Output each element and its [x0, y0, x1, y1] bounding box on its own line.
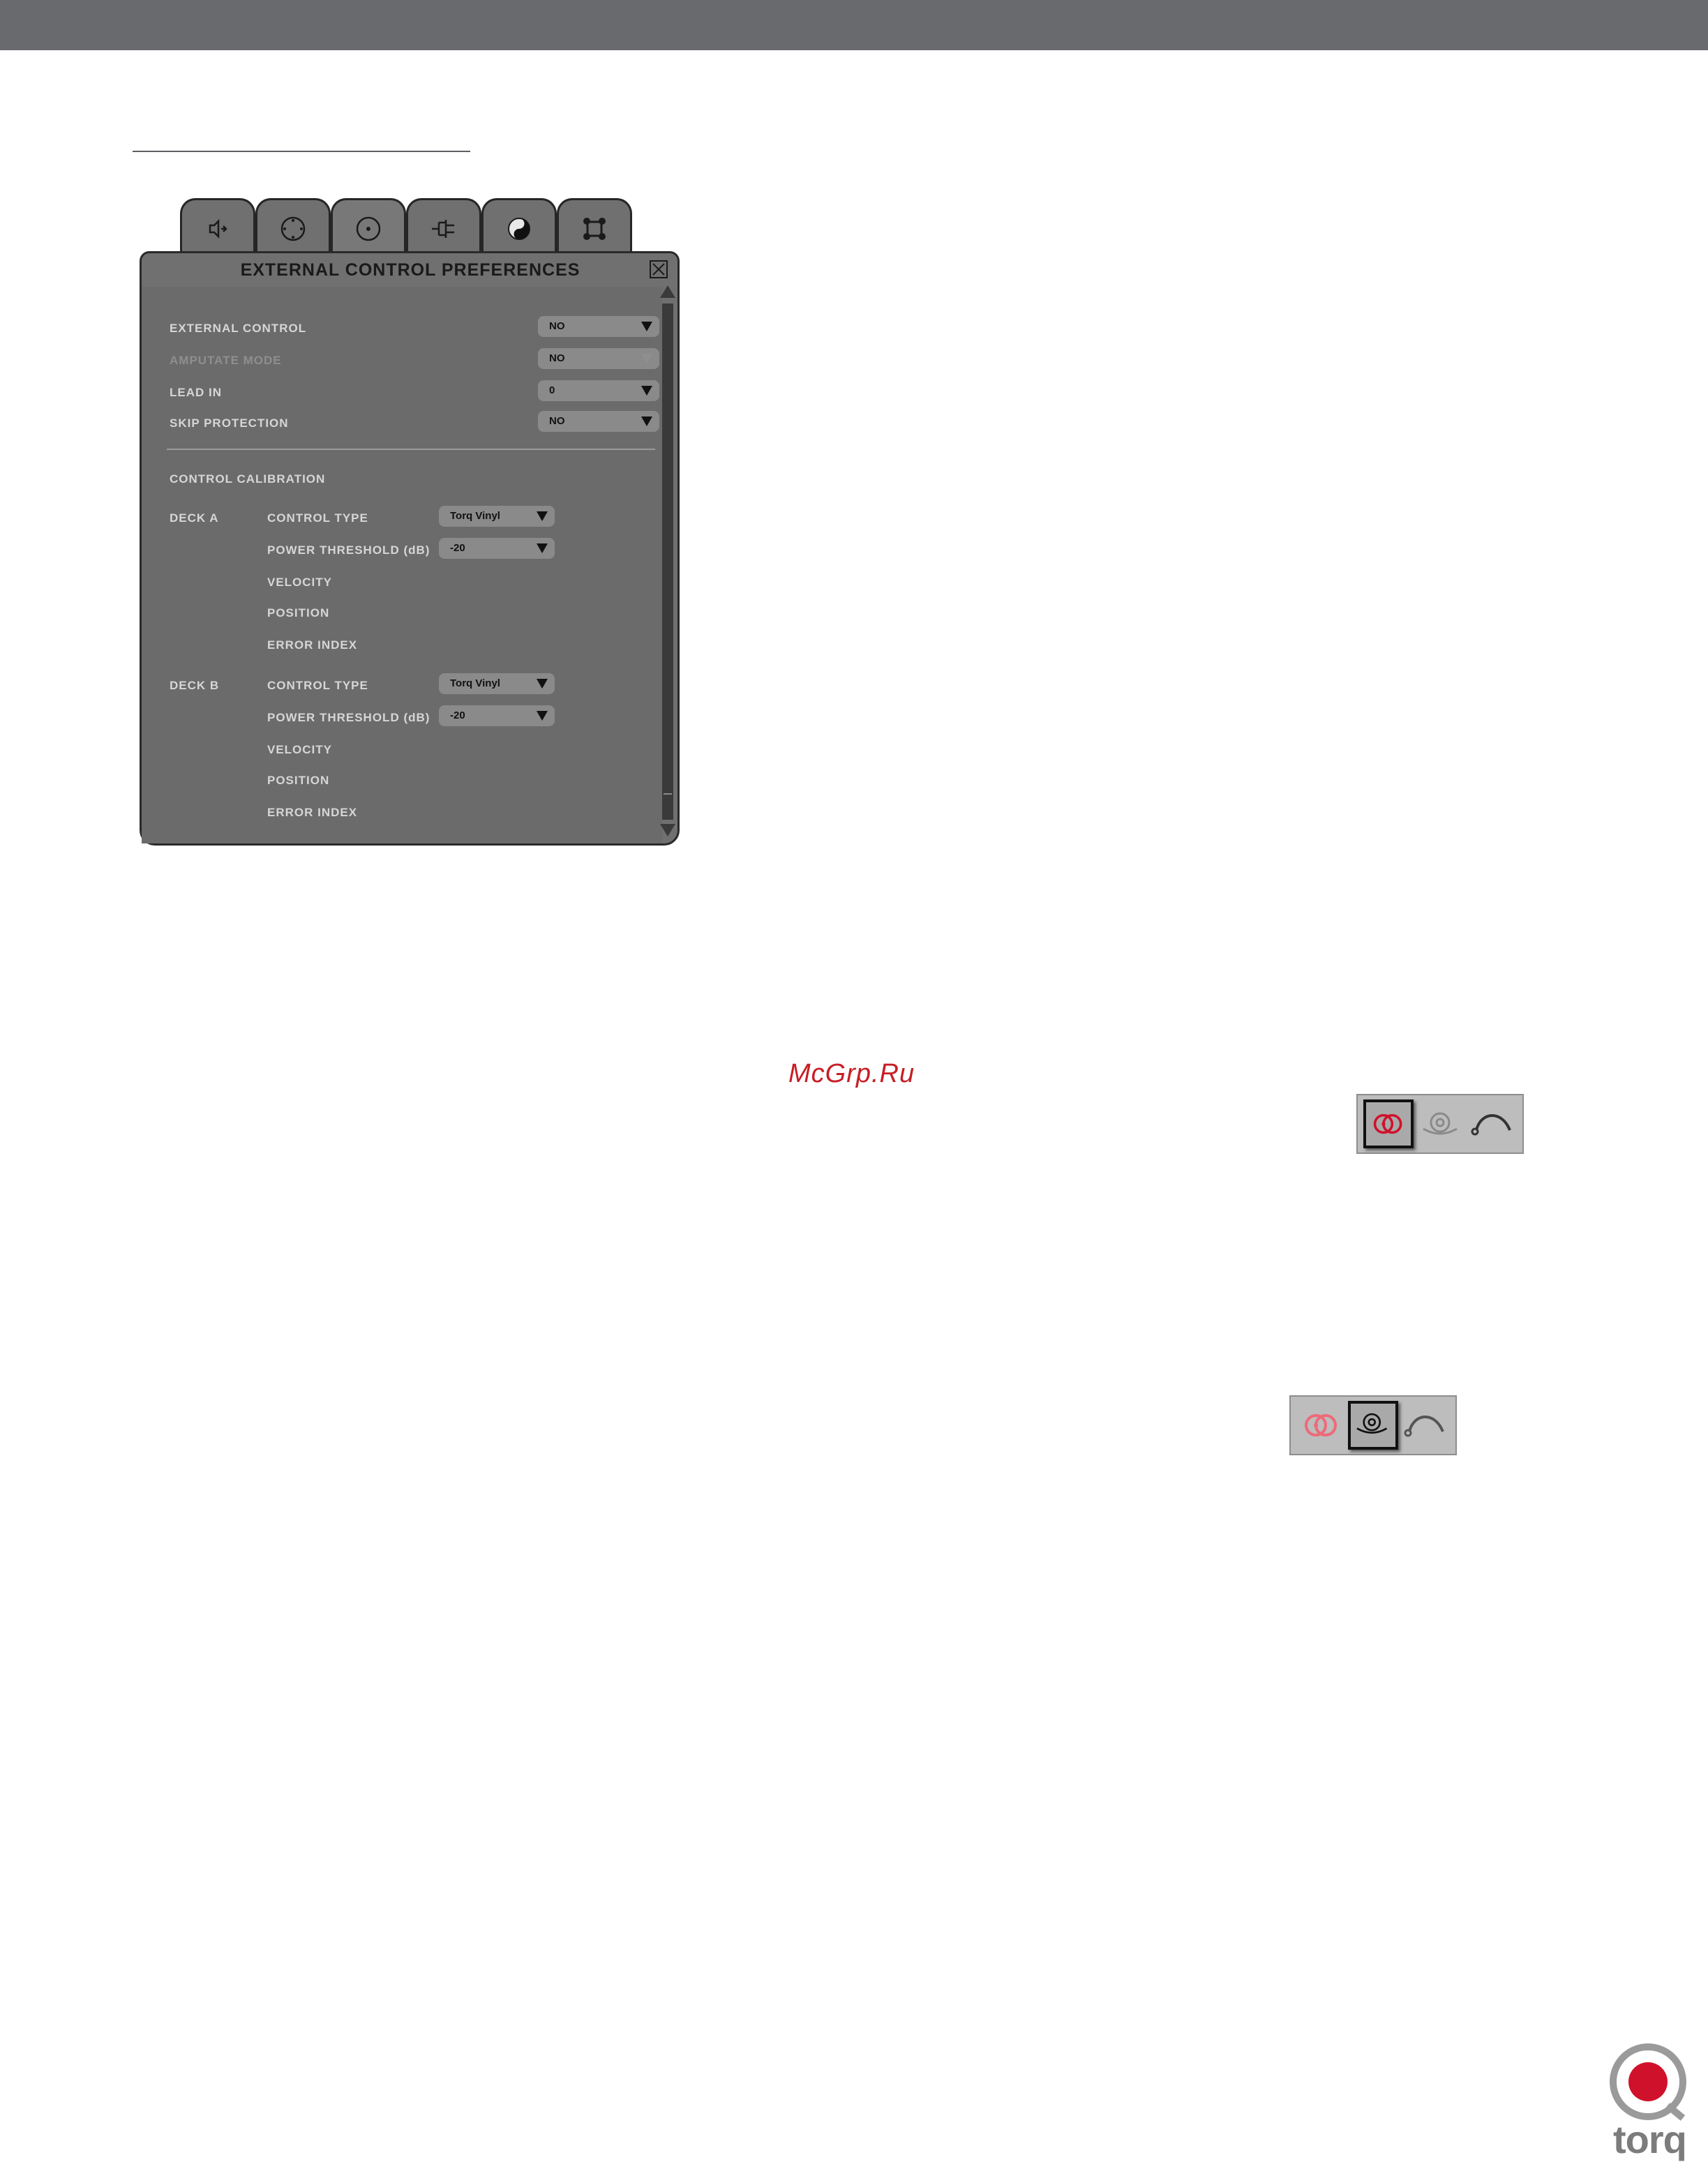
deck-a-velocity-label: VELOCITY	[267, 576, 333, 589]
lead-in-value: 0	[549, 384, 555, 396]
relative-mode-icon	[1356, 1413, 1388, 1434]
internal-mode-button[interactable]	[1400, 1401, 1450, 1450]
brand-wordmark: torq	[1613, 2117, 1687, 2161]
chevron-down-icon	[537, 511, 548, 521]
disc-icon	[356, 216, 381, 241]
internal-mode-button[interactable]	[1467, 1099, 1517, 1148]
preference-tabs	[180, 198, 640, 257]
deck-b-power-threshold-value: -20	[450, 710, 465, 721]
watermark: McGrp.Ru	[788, 1059, 915, 1088]
deck-b-label: DECK B	[170, 679, 220, 692]
chevron-down-icon	[537, 543, 548, 553]
external-control-dropdown[interactable]: NO	[538, 316, 659, 337]
internal-mode-icon	[1404, 1416, 1444, 1437]
chevron-down-icon	[641, 386, 652, 396]
divider	[167, 449, 655, 450]
relative-mode-icon	[1423, 1112, 1458, 1135]
absolute-mode-button[interactable]	[1363, 1099, 1414, 1148]
relative-mode-button[interactable]	[1348, 1401, 1398, 1450]
control-calibration-heading: CONTROL CALIBRATION	[170, 472, 326, 486]
deck-a-control-type-dropdown[interactable]: Torq Vinyl	[439, 506, 555, 527]
skip-protection-value: NO	[549, 415, 565, 427]
external-control-value: NO	[549, 320, 565, 332]
relative-mode-button[interactable]	[1415, 1099, 1465, 1148]
tab-plugins[interactable]	[406, 198, 481, 257]
preferences-window: EXTERNAL CONTROL PREFERENCES EXTERNAL CO…	[140, 251, 680, 846]
scroll-down-icon[interactable]	[660, 824, 675, 836]
tab-midi[interactable]	[255, 198, 331, 257]
scroll-grip[interactable]	[664, 793, 672, 795]
external-control-label: EXTERNAL CONTROL	[170, 322, 307, 335]
deck-a-control-type-label: CONTROL TYPE	[267, 511, 368, 525]
control-mode-buttons-relative	[1289, 1395, 1457, 1455]
amputate-mode-value: NO	[549, 352, 565, 364]
lead-in-label: LEAD IN	[170, 386, 222, 399]
chevron-down-icon	[641, 416, 652, 426]
deck-b-control-type-value: Torq Vinyl	[450, 677, 500, 689]
deck-b-power-threshold-dropdown[interactable]: -20	[439, 705, 555, 726]
deck-b-control-type-label: CONTROL TYPE	[267, 679, 368, 692]
tab-external-control[interactable]	[331, 198, 406, 257]
deck-a-position-label: POSITION	[267, 606, 330, 620]
close-icon	[652, 263, 665, 276]
plug-icon	[432, 219, 454, 238]
internal-mode-icon	[1471, 1114, 1511, 1136]
deck-a-power-threshold-value: -20	[450, 542, 465, 554]
deck-a-power-threshold-label: POWER THRESHOLD (dB)	[267, 543, 430, 557]
chevron-down-icon	[641, 354, 652, 363]
scroll-track[interactable]	[662, 303, 673, 820]
chevron-down-icon	[641, 322, 652, 331]
scroll-up-icon[interactable]	[660, 285, 675, 298]
deck-a-control-type-value: Torq Vinyl	[450, 510, 500, 522]
chevron-down-icon	[537, 711, 548, 721]
tab-network[interactable]	[557, 198, 632, 257]
vertical-scrollbar[interactable]	[659, 285, 676, 836]
yin-yang-icon	[508, 217, 530, 240]
control-mode-buttons	[1356, 1094, 1524, 1154]
tab-appearance[interactable]	[481, 198, 557, 257]
section-rule	[133, 151, 470, 152]
absolute-mode-icon	[1373, 1113, 1402, 1134]
deck-a-error-index-label: ERROR INDEX	[267, 638, 358, 652]
skip-protection-dropdown[interactable]: NO	[538, 411, 659, 432]
network-icon	[583, 217, 606, 240]
tab-audio[interactable]	[180, 198, 255, 257]
deck-b-control-type-dropdown[interactable]: Torq Vinyl	[439, 673, 555, 694]
absolute-mode-button[interactable]	[1296, 1401, 1347, 1450]
deck-b-velocity-label: VELOCITY	[267, 743, 333, 756]
absolute-mode-icon	[1305, 1414, 1337, 1436]
chevron-down-icon	[537, 679, 548, 689]
deck-b-position-label: POSITION	[267, 774, 330, 787]
preferences-body	[142, 287, 662, 843]
amputate-mode-dropdown[interactable]: NO	[538, 348, 659, 369]
skip-protection-label: SKIP PROTECTION	[170, 416, 289, 430]
lead-in-dropdown[interactable]: 0	[538, 380, 659, 401]
deck-a-power-threshold-dropdown[interactable]: -20	[439, 538, 555, 559]
header-bar	[0, 0, 1708, 50]
deck-b-power-threshold-label: POWER THRESHOLD (dB)	[267, 711, 430, 724]
deck-a-label: DECK A	[170, 511, 219, 525]
window-title: EXTERNAL CONTROL PREFERENCES	[240, 260, 580, 280]
dial-icon	[280, 216, 306, 241]
close-button[interactable]	[650, 260, 668, 278]
amputate-mode-label: AMPUTATE MODE	[170, 354, 282, 367]
deck-b-error-index-label: ERROR INDEX	[267, 806, 358, 819]
speaker-icon	[209, 218, 227, 239]
